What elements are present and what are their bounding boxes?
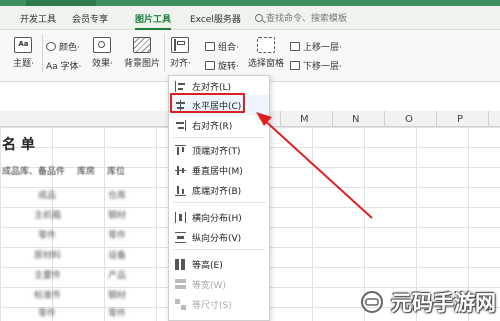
sheet-title: 名 单 [2,137,35,153]
tab-picture-tools[interactable]: 图片工具 [135,12,172,30]
search-placeholder: 查找命令、搜索模板 [266,14,348,24]
table-cell[interactable]: 零件 [108,228,126,241]
column-header-m[interactable]: M [300,114,309,125]
table-cell[interactable]: 零件 [38,228,56,241]
column-header-o[interactable]: O [405,114,413,125]
table-cell[interactable]: 主要件 [34,268,61,281]
rotate-icon [205,61,215,70]
table-cell[interactable]: 成品 [38,188,56,201]
theme-label: 主题· [13,59,34,69]
watermark-logo-icon [361,291,383,313]
background-image-button[interactable]: 背景图片 [124,37,160,69]
annotation-highlight-box [170,93,245,113]
palette-icon [46,42,56,51]
selection-pane-icon [257,37,275,53]
font-button[interactable]: Aa 字体· [46,59,81,72]
column-header-n[interactable]: N [352,114,359,125]
table-cell[interactable]: 零件 [108,306,126,319]
menu-item-distribute-vertical[interactable]: 纵向分布(V) [169,227,269,247]
column-header-p[interactable]: P [457,114,463,125]
table-cell[interactable]: 零件 [38,306,56,319]
align-left-icon [175,80,186,92]
align-middle-icon [175,165,186,176]
window-title-strip [0,0,500,6]
table-cell[interactable]: 仓库 [108,188,126,201]
bring-forward-icon [290,42,300,51]
rotate-button[interactable]: 旋转· [205,59,239,72]
title-tab-bar: 开发工具 会员专享 图片工具 Excel服务器 查找命令、搜索模板 [0,0,500,30]
align-button[interactable]: 对齐· [170,37,191,69]
same-size-icon [175,298,186,310]
bring-forward-button[interactable]: 上移一层· [290,40,342,53]
group-icon [205,42,215,51]
theme-icon: Aa [14,37,33,53]
tab-excel-server[interactable]: Excel服务器 [190,12,241,25]
send-backward-button[interactable]: 下移一层· [290,59,342,72]
command-search[interactable]: 查找命令、搜索模板 [255,10,365,25]
selection-pane-button[interactable]: 选择窗格 [248,37,284,69]
menu-item-align-right[interactable]: 右对齐(R) [169,115,269,135]
align-bottom-icon [175,185,186,196]
table-cell[interactable]: 原材料 [34,248,61,261]
menu-item-align-bottom[interactable]: 底端对齐(B) [169,180,269,200]
menu-item-align-top[interactable]: 顶端对齐(T) [169,140,269,160]
background-image-icon [133,37,151,53]
table-cell[interactable]: 主机箱 [34,208,61,221]
table-cell[interactable]: 设备 [108,248,126,261]
tab-developer-tools[interactable]: 开发工具 [20,12,56,25]
menu-item-same-size[interactable]: 等尺寸(S) [169,294,269,314]
color-button[interactable]: 颜色· [46,40,80,53]
table-cell[interactable]: 标准件 [34,288,61,301]
effect-button[interactable]: 效果· [92,37,113,69]
align-top-icon [175,144,186,156]
watermark: 元码手游网 [357,287,496,317]
menu-item-distribute-horizontal[interactable]: 横向分布(H) [169,207,269,227]
menu-item-same-width[interactable]: 等宽(W) [169,274,269,294]
search-icon [255,13,263,22]
table-cell[interactable]: 产品 [108,268,126,281]
header-cell[interactable]: 库位 [107,164,125,177]
align-right-icon [175,119,187,131]
table-cell[interactable]: 钢材 [108,208,126,221]
theme-button[interactable]: Aa 主题· [13,37,34,69]
distribute-horizontal-icon [175,211,187,223]
tab-member-exclusive[interactable]: 会员专享 [72,12,108,25]
align-icon [171,37,190,53]
sheet-header-row: 成品库、备品件 库房 库位 [2,164,125,177]
menu-item-same-height[interactable]: 等高(E) [169,254,269,274]
table-cell[interactable]: 钢材 [108,288,126,301]
same-height-icon [175,258,186,270]
effect-icon [93,37,112,53]
distribute-vertical-icon [175,231,186,243]
group-button[interactable]: 组合· [205,40,239,53]
same-width-icon [175,278,186,290]
send-backward-icon [290,61,300,70]
header-cell[interactable]: 成品库、备品件 [2,164,65,177]
menu-item-align-middle[interactable]: 垂直居中(M) [169,160,269,180]
watermark-text: 元码手游网 [391,291,496,315]
header-cell[interactable]: 库房 [77,164,95,177]
